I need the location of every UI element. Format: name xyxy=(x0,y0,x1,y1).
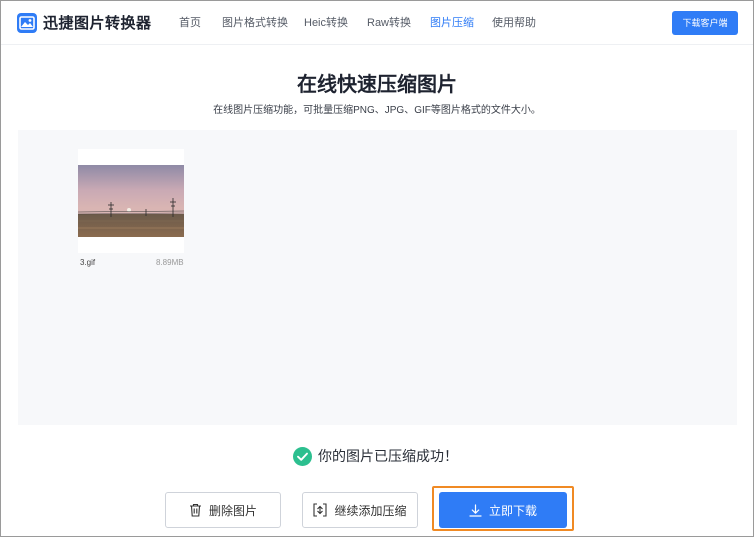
continue-add-button[interactable]: 继续添加压缩 xyxy=(302,492,418,528)
download-client-button[interactable]: 下载客户端 xyxy=(672,11,738,35)
nav-heic-convert[interactable]: Heic转换 xyxy=(304,1,348,45)
image-thumbnail xyxy=(78,165,184,237)
download-now-label: 立即下载 xyxy=(488,503,537,518)
logo-image-icon xyxy=(17,12,37,33)
nav-home[interactable]: 首页 xyxy=(179,1,201,45)
nav-image-compress[interactable]: 图片压缩 xyxy=(430,1,474,45)
file-list-area: 3.gif 8.89MB xyxy=(18,130,737,425)
file-size: 8.89MB xyxy=(156,258,184,267)
app-title: 迅捷图片转换器 xyxy=(43,15,152,32)
delete-image-button[interactable]: 删除图片 xyxy=(165,492,281,528)
nav-format-convert[interactable]: 图片格式转换 xyxy=(222,1,288,45)
add-compress-icon xyxy=(313,503,328,517)
nav-raw-convert[interactable]: Raw转换 xyxy=(367,1,411,45)
file-name: 3.gif xyxy=(80,258,96,267)
page-subtitle: 在线图片压缩功能，可批量压缩PNG、JPG、GIF等图片格式的文件大小。 xyxy=(213,105,541,116)
top-navbar: 迅捷图片转换器 首页 图片格式转换 Heic转换 Raw转换 图片压缩 使用帮助… xyxy=(1,1,753,45)
page-title: 在线快速压缩图片 xyxy=(297,74,457,96)
file-card[interactable] xyxy=(78,149,184,253)
download-now-button[interactable]: 立即下载 xyxy=(439,492,567,528)
logo[interactable]: 迅捷图片转换器 xyxy=(17,12,152,33)
success-message: 你的图片已压缩成功！ xyxy=(293,446,458,466)
success-text: 你的图片已压缩成功！ xyxy=(318,448,458,464)
check-circle-icon xyxy=(293,446,312,466)
nav-help[interactable]: 使用帮助 xyxy=(492,1,536,45)
download-icon xyxy=(469,503,482,517)
delete-image-label: 删除图片 xyxy=(208,503,257,518)
continue-add-label: 继续添加压缩 xyxy=(334,503,407,518)
trash-icon xyxy=(189,503,202,517)
